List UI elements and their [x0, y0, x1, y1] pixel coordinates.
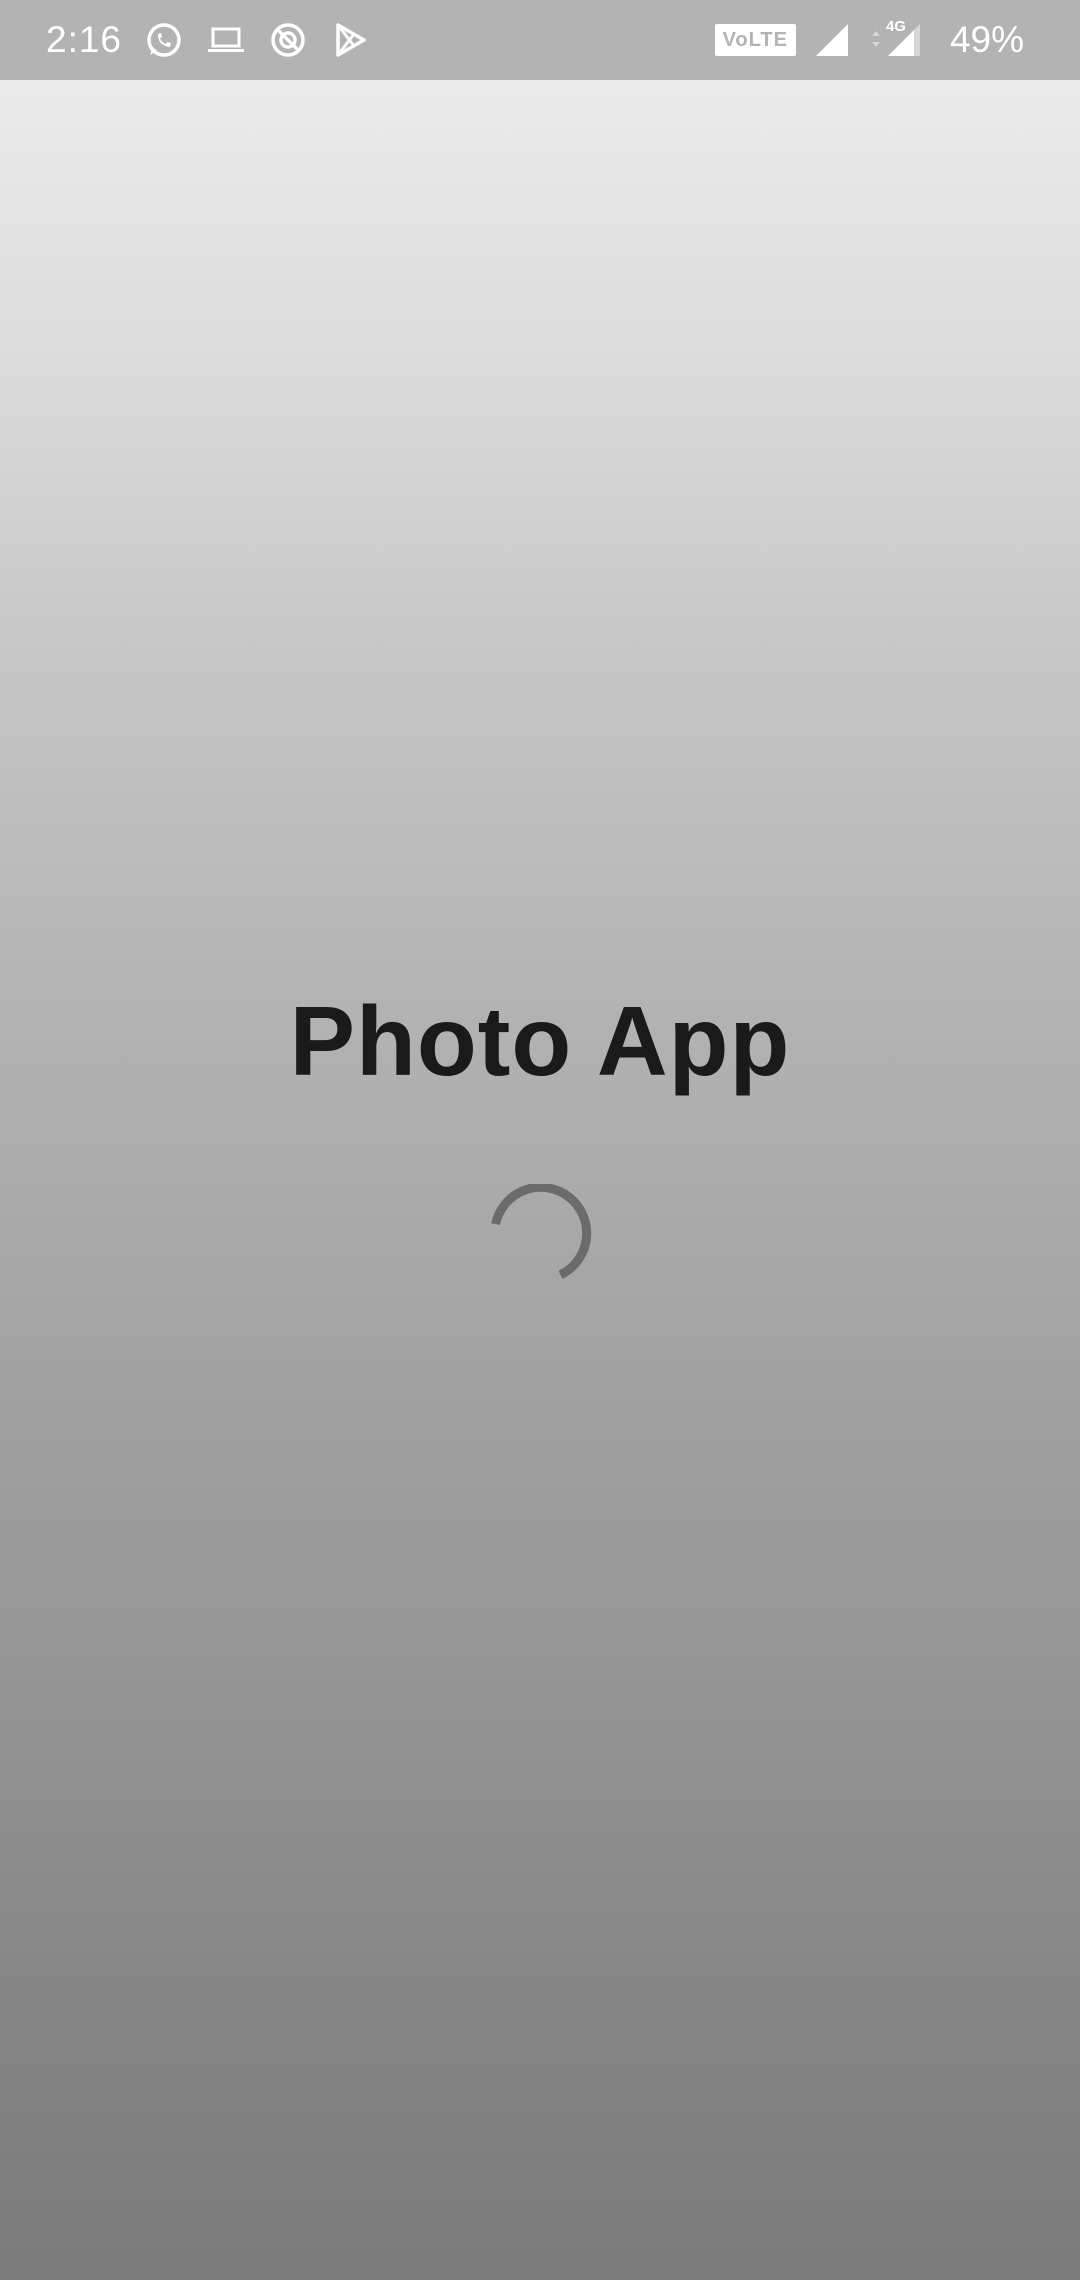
- status-time: 2:16: [46, 19, 123, 60]
- status-bar: 2:16 VoLTE 4G 49%: [0, 0, 1080, 80]
- do-not-disturb-icon: [268, 20, 308, 60]
- whatsapp-icon: [144, 20, 184, 60]
- volte-badge: VoLTE: [714, 24, 796, 56]
- signal-icon: [812, 20, 852, 60]
- network-type-label: 4G: [885, 18, 906, 35]
- loading-spinner: [491, 1184, 592, 1279]
- app-title: Photo App: [289, 986, 791, 1096]
- play-store-icon: [330, 20, 370, 60]
- laptop-icon: [206, 20, 246, 60]
- mobile-data-icon: 4G: [868, 18, 924, 60]
- battery-level: 49%: [949, 19, 1024, 60]
